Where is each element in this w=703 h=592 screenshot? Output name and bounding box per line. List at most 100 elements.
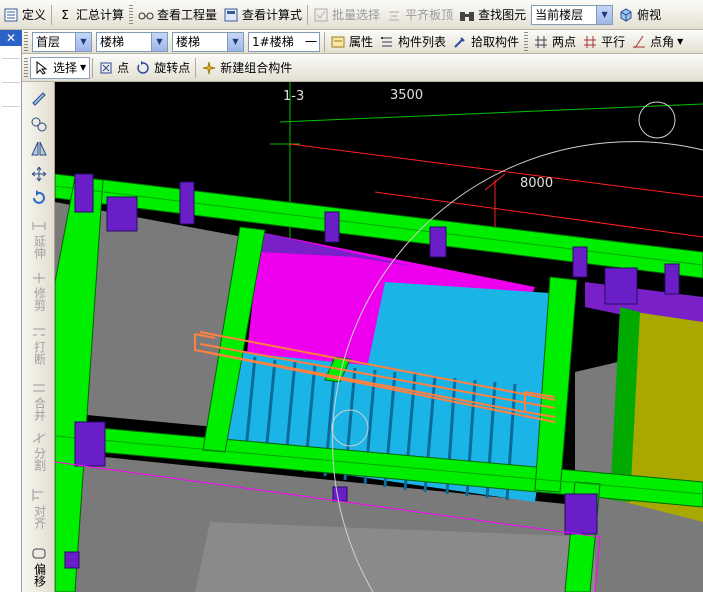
sigma-icon: Σ — [61, 7, 69, 22]
element-select[interactable]: 1#楼梯 一 — [248, 31, 320, 52]
select-button[interactable]: 选择 ▼ — [30, 56, 91, 79]
view-formula-button[interactable]: 查看计算式 — [220, 4, 305, 26]
floor-value: 首层 — [36, 35, 61, 49]
rotate-point-button[interactable]: 旋转点 — [132, 57, 193, 79]
point-angle-button[interactable]: 点角 ▼ — [628, 31, 686, 53]
move-icon — [30, 166, 48, 185]
offset-button[interactable]: 偏移 — [26, 546, 52, 587]
dropdown-arrow-icon: ▼ — [677, 37, 684, 46]
dimension-top: 3500 — [390, 88, 423, 103]
break-button[interactable]: 打断 — [26, 326, 52, 365]
toolbar-grip[interactable] — [24, 57, 28, 78]
copy-tool-button[interactable] — [26, 116, 52, 135]
trim-button[interactable]: 修剪 — [26, 272, 52, 311]
two-point-icon — [533, 34, 549, 50]
rotate-tool-button[interactable] — [26, 190, 52, 209]
list-icon — [379, 34, 395, 50]
properties-label: 属性 — [349, 35, 374, 49]
break-icon — [31, 326, 47, 341]
main-toolbar: 定义 Σ 汇总计算 查看工程量 查看计算式 批量选择 平齐板顶 查找图元 当前楼… — [0, 0, 703, 30]
chevron-down-icon: ▼ — [151, 32, 167, 51]
batch-select-icon — [313, 7, 329, 23]
summary-label: 汇总计算 — [76, 8, 125, 22]
toolbar-grip[interactable] — [129, 4, 134, 25]
category-select[interactable]: 楼梯 ▼ — [96, 31, 168, 52]
toolbar-grip[interactable] — [524, 31, 529, 52]
view-formula-label: 查看计算式 — [242, 8, 303, 22]
summary-calc-button[interactable]: Σ 汇总计算 — [54, 4, 127, 26]
close-icon[interactable]: ✕ — [0, 30, 22, 46]
pick-component-button[interactable]: 拾取构件 — [449, 31, 522, 53]
left-panel-strip — [0, 30, 22, 592]
merge-label: 合并 — [32, 397, 47, 421]
draw-toolbar: 选择 ▼ 点 旋转点 新建组合构件 — [22, 54, 703, 82]
rotate-icon — [30, 190, 48, 209]
axis-bubble — [638, 101, 676, 139]
properties-button[interactable]: 属性 — [327, 31, 376, 53]
type-select[interactable]: 楼梯 ▼ — [172, 31, 244, 52]
offset-icon — [31, 546, 47, 563]
two-point-button[interactable]: 两点 — [530, 31, 579, 53]
cube-icon — [618, 7, 634, 23]
category-value: 楼梯 — [100, 35, 125, 49]
dimension-mid: 8000 — [520, 176, 553, 191]
element-extra: 一 — [304, 35, 317, 49]
edit-toolbar: 延伸 修剪 打断 合并 分割 对齐 偏移 — [22, 82, 55, 592]
define-button[interactable]: 定义 — [0, 4, 49, 26]
move-tool-button[interactable] — [26, 166, 52, 185]
new-group-component-button[interactable]: 新建组合构件 — [198, 57, 295, 79]
parallel-icon — [582, 34, 598, 50]
merge-button[interactable]: 合并 — [26, 382, 52, 421]
chevron-down-icon: ▼ — [227, 32, 243, 51]
mirror-tool-button[interactable] — [26, 140, 52, 159]
calculator-icon — [223, 7, 239, 23]
point-button[interactable]: 点 — [95, 57, 132, 79]
point-icon — [98, 60, 114, 76]
divider — [2, 106, 20, 107]
floor-select[interactable]: 首层 ▼ — [32, 31, 92, 52]
pen-tool-button[interactable] — [26, 90, 52, 109]
align-label: 对齐 — [32, 505, 47, 529]
component-list-button[interactable]: 构件列表 — [376, 31, 449, 53]
define-label: 定义 — [22, 8, 47, 22]
point-label: 点 — [117, 61, 130, 75]
level-slab-top-button[interactable]: 平齐板顶 — [383, 4, 456, 26]
separator — [92, 57, 94, 78]
rotate-point-label: 旋转点 — [154, 61, 191, 75]
parallel-button[interactable]: 平行 — [579, 31, 628, 53]
axis-label: 1-3 — [283, 89, 304, 104]
toolbar-grip[interactable] — [24, 31, 28, 52]
two-point-label: 两点 — [552, 35, 577, 49]
level-top-label: 平齐板顶 — [405, 8, 454, 22]
view-mode-button[interactable]: 俯视 — [615, 4, 664, 26]
batch-select-button[interactable]: 批量选择 — [310, 4, 383, 26]
extend-button[interactable]: 延伸 — [26, 220, 52, 259]
floor-scope-value: 当前楼层 — [535, 8, 584, 22]
rotate-icon — [135, 60, 151, 76]
batch-select-label: 批量选择 — [332, 8, 381, 22]
binoculars-icon — [459, 7, 475, 23]
level-top-icon — [386, 7, 402, 23]
extend-label: 延伸 — [32, 235, 47, 259]
break-label: 打断 — [32, 341, 47, 365]
divider — [2, 58, 20, 59]
chevron-down-icon: ▼ — [75, 32, 91, 51]
drawing-canvas[interactable]: 1-3 3500 8000 — [55, 82, 703, 592]
view-quantity-button[interactable]: 查看工程量 — [135, 4, 220, 26]
define-icon — [3, 7, 19, 23]
floor-scope-select[interactable]: 当前楼层 ▼ — [531, 4, 614, 25]
align-button[interactable]: 对齐 — [26, 488, 52, 529]
split-button[interactable]: 分割 — [26, 432, 52, 471]
cad-drawing: 1-3 3500 8000 — [55, 82, 703, 592]
dropdown-arrow-icon: ▼ — [80, 63, 87, 72]
properties-icon — [330, 34, 346, 50]
cursor-icon — [34, 60, 50, 76]
find-element-button[interactable]: 查找图元 — [456, 4, 529, 26]
glasses-icon — [138, 7, 154, 23]
new-group-label: 新建组合构件 — [220, 61, 293, 75]
separator — [51, 4, 53, 25]
split-icon — [31, 432, 47, 447]
point-angle-icon — [631, 34, 647, 50]
select-label: 选择 — [53, 61, 78, 75]
component-list-label: 构件列表 — [398, 35, 447, 49]
